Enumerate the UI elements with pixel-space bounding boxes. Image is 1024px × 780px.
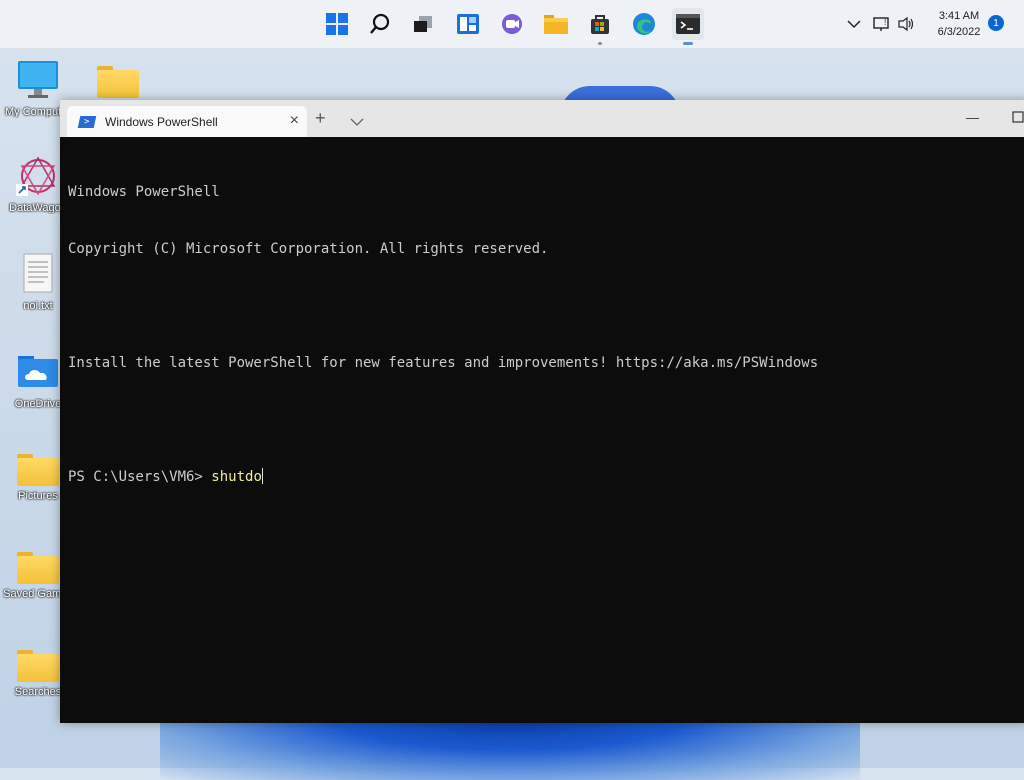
terminal-icon[interactable] [672, 8, 704, 40]
folder-icon [17, 650, 59, 682]
prompt: PS C:\Users\VM6> [68, 469, 212, 485]
active-app-indicator [683, 42, 693, 45]
network-icon[interactable]: ! [870, 8, 894, 40]
prompt-line[interactable]: PS C:\Users\VM6> shutdo [68, 468, 1022, 487]
chat-icon[interactable] [496, 8, 528, 40]
command-input[interactable]: shutdo [211, 469, 262, 485]
notification-badge[interactable]: 1 [988, 15, 1004, 31]
terminal-line: Install the latest PowerShell for new fe… [68, 355, 819, 371]
clock-time: 3:41 AM [938, 10, 980, 22]
clock-date: 6/3/2022 [937, 26, 981, 38]
file-explorer-icon[interactable] [540, 8, 572, 40]
chevron-up-icon[interactable] [842, 8, 866, 40]
volume-icon[interactable] [894, 8, 918, 40]
onedrive-folder-icon [16, 350, 60, 394]
task-view-icon[interactable] [407, 8, 439, 40]
terminal-window[interactable]: > Windows PowerShell × + — Windows Power… [60, 100, 1024, 723]
powershell-icon: > [77, 115, 97, 128]
widgets-icon[interactable] [452, 8, 484, 40]
title-bar[interactable]: > Windows PowerShell × + — [60, 100, 1024, 137]
desktop-icon-folder[interactable] [78, 60, 158, 98]
dropdown-chevron-icon[interactable] [350, 111, 364, 132]
text-cursor [261, 468, 263, 484]
running-indicator [598, 42, 602, 45]
close-tab-icon[interactable]: × [290, 112, 299, 130]
datawagon-icon [16, 154, 60, 198]
store-icon[interactable] [584, 8, 616, 40]
taskbar: ! 3:41 AM 6/3/2022 1 [0, 0, 1024, 49]
text-file-icon [16, 252, 60, 296]
folder-icon [97, 66, 139, 98]
new-tab-button[interactable]: + [315, 108, 326, 129]
terminal-line: Copyright (C) Microsoft Corporation. All… [68, 241, 549, 257]
terminal-output[interactable]: Windows PowerShell Copyright (C) Microso… [68, 145, 1022, 723]
tab-windows-powershell[interactable]: > Windows PowerShell × [67, 106, 307, 137]
wallpaper-bloom-bottom [160, 720, 860, 780]
terminal-line: Windows PowerShell [68, 184, 220, 200]
maximize-button[interactable] [1012, 111, 1024, 126]
windows-start-icon[interactable] [321, 8, 353, 40]
tab-title: Windows PowerShell [105, 114, 218, 129]
monitor-icon [16, 58, 60, 102]
folder-icon [17, 552, 59, 584]
edge-icon[interactable] [628, 8, 660, 40]
folder-icon [17, 454, 59, 486]
clock[interactable]: 3:41 AM 6/3/2022 [926, 8, 992, 40]
minimize-button[interactable]: — [966, 110, 979, 125]
svg-text:!: ! [884, 18, 886, 27]
search-icon[interactable] [364, 8, 396, 40]
